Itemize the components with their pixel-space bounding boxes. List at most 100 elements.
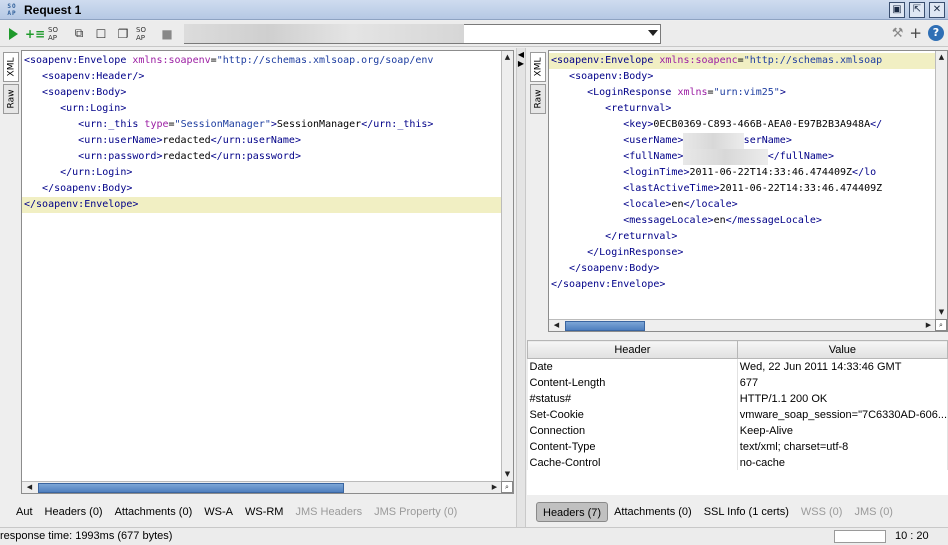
request-vertical-scrollbar[interactable]: ▲ ▼ bbox=[501, 51, 513, 481]
code-line[interactable]: <soapenv:Envelope xmlns:soapenc="http://… bbox=[549, 53, 947, 69]
tab-ws-rm[interactable]: WS-RM bbox=[239, 502, 290, 522]
tab-response-xml[interactable]: XML bbox=[530, 52, 546, 82]
code-line[interactable]: </soapenv:Envelope> bbox=[22, 197, 513, 213]
table-row[interactable]: Content-Length 677 bbox=[527, 374, 948, 391]
code-line[interactable]: <soapenv:Envelope xmlns:soapenv="http://… bbox=[22, 53, 513, 69]
header-name-cell[interactable]: Connection bbox=[527, 422, 738, 439]
scroll-down-icon[interactable]: ▼ bbox=[502, 469, 513, 480]
scroll-up-icon[interactable]: ▲ bbox=[936, 52, 947, 63]
tab-response-headers[interactable]: Headers (7) bbox=[536, 502, 609, 522]
add-icon[interactable]: + bbox=[909, 24, 922, 42]
header-value-cell[interactable]: 677 bbox=[737, 374, 948, 391]
submit-request-button[interactable] bbox=[4, 25, 22, 43]
code-line[interactable]: <loginTime>2011-06-22T14:33:46.474409Z</… bbox=[549, 165, 947, 181]
close-icon[interactable]: ✕ bbox=[929, 2, 945, 18]
header-value-cell[interactable]: vmware_soap_session="7C6330AD-606... bbox=[737, 406, 948, 423]
add-assertion-button[interactable]: +≡ bbox=[25, 25, 45, 43]
code-line[interactable]: <locale>en</locale> bbox=[549, 197, 947, 213]
tab-response-attachments[interactable]: Attachments (0) bbox=[608, 502, 698, 522]
code-line[interactable]: <urn:Login> bbox=[22, 101, 513, 117]
tile-icon[interactable]: ☐ bbox=[92, 25, 110, 43]
tab-wss[interactable]: WSS (0) bbox=[795, 502, 849, 522]
code-line[interactable]: <soapenv:Header/> bbox=[22, 69, 513, 85]
header-name-cell[interactable]: #status# bbox=[527, 390, 738, 407]
table-row[interactable]: Cache-Control no-cache bbox=[527, 454, 948, 471]
create-empty-request-button[interactable]: SO AP bbox=[48, 25, 66, 43]
tab-auth[interactable]: Aut bbox=[10, 502, 39, 522]
code-line[interactable]: <LoginResponse xmlns="urn:vim25"> bbox=[549, 85, 947, 101]
column-header-value[interactable]: Value bbox=[736, 340, 948, 359]
header-name-cell[interactable]: Content-Length bbox=[527, 374, 738, 391]
float-icon[interactable]: ⇱ bbox=[909, 2, 925, 18]
column-header-header[interactable]: Header bbox=[527, 340, 738, 359]
scroll-up-icon[interactable]: ▲ bbox=[502, 52, 513, 63]
code-line[interactable]: <soapenv:Body> bbox=[22, 85, 513, 101]
copy-icon[interactable]: ❐ bbox=[114, 25, 132, 43]
scroll-left-icon[interactable]: ◀ bbox=[24, 482, 35, 493]
response-vertical-scrollbar[interactable]: ▲ ▼ bbox=[935, 51, 947, 319]
tab-request-xml[interactable]: XML bbox=[3, 52, 19, 82]
table-row[interactable]: Connection Keep-Alive bbox=[527, 422, 948, 439]
code-line[interactable]: </soapenv:Body> bbox=[549, 261, 947, 277]
tab-jms-headers[interactable]: JMS Headers bbox=[289, 502, 368, 522]
zoom-icon[interactable]: ⌕ bbox=[935, 319, 947, 331]
code-line[interactable]: <returnval> bbox=[549, 101, 947, 117]
header-name-cell[interactable]: Date bbox=[527, 358, 738, 375]
code-line[interactable]: <urn:userName>redacted</urn:userName> bbox=[22, 133, 513, 149]
code-line[interactable]: <userName>xxxxxxxxxxserName> bbox=[549, 133, 947, 149]
code-line[interactable]: <messageLocale>en</messageLocale> bbox=[549, 213, 947, 229]
code-line[interactable]: </soapenv:Body> bbox=[22, 181, 513, 197]
wrench-icon[interactable]: ⚒ bbox=[892, 26, 904, 41]
tab-attachments[interactable]: Attachments (0) bbox=[109, 502, 199, 522]
header-name-cell[interactable]: Cache-Control bbox=[527, 454, 738, 471]
scrollbar-thumb[interactable] bbox=[565, 321, 645, 331]
header-name-cell[interactable]: Set-Cookie bbox=[527, 406, 738, 423]
code-line[interactable]: <urn:password>redacted</urn:password> bbox=[22, 149, 513, 165]
request-xml-code[interactable]: <soapenv:Envelope xmlns:soapenv="http://… bbox=[22, 51, 513, 213]
code-line[interactable]: <fullName>xxxxxxxxxxxxxx</fullName> bbox=[549, 149, 947, 165]
tab-response-raw[interactable]: Raw bbox=[530, 84, 546, 114]
recreate-request-button[interactable]: SO AP bbox=[136, 25, 154, 43]
restore-icon[interactable]: ▣ bbox=[889, 2, 905, 18]
response-horizontal-scrollbar[interactable]: ◀ ▶ bbox=[549, 319, 936, 331]
code-line[interactable]: </soapenv:Envelope> bbox=[549, 277, 947, 293]
response-xml-code[interactable]: <soapenv:Envelope xmlns:soapenc="http://… bbox=[549, 51, 947, 293]
tab-request-raw[interactable]: Raw bbox=[3, 84, 19, 114]
response-editor[interactable]: <soapenv:Envelope xmlns:soapenc="http://… bbox=[548, 50, 948, 332]
code-line[interactable]: <urn:_this type="SessionManager">Session… bbox=[22, 117, 513, 133]
help-icon[interactable]: ? bbox=[928, 25, 944, 41]
collapse-left-icon[interactable]: ◀ bbox=[517, 50, 525, 59]
collapse-right-icon[interactable]: ▶ bbox=[517, 59, 525, 68]
header-name-cell[interactable]: Content-Type bbox=[527, 438, 738, 455]
header-value-cell[interactable]: HTTP/1.1 200 OK bbox=[737, 390, 948, 407]
tab-ssl-info[interactable]: SSL Info (1 certs) bbox=[698, 502, 795, 522]
header-value-cell[interactable]: Wed, 22 Jun 2011 14:33:46 GMT bbox=[737, 358, 948, 375]
tab-jms[interactable]: JMS (0) bbox=[848, 502, 899, 522]
request-horizontal-scrollbar[interactable]: ◀ ▶ bbox=[22, 481, 502, 493]
header-value-cell[interactable]: text/xml; charset=utf-8 bbox=[737, 438, 948, 455]
zoom-icon[interactable]: ⌕ bbox=[501, 481, 513, 493]
tab-jms-property[interactable]: JMS Property (0) bbox=[368, 502, 463, 522]
table-row[interactable]: Set-Cookie vmware_soap_session="7C6330AD-… bbox=[527, 406, 948, 423]
scroll-left-icon[interactable]: ◀ bbox=[551, 320, 562, 331]
tab-ws-a[interactable]: WS-A bbox=[198, 502, 239, 522]
header-value-cell[interactable]: no-cache bbox=[737, 454, 948, 471]
header-value-cell[interactable]: Keep-Alive bbox=[737, 422, 948, 439]
scroll-down-icon[interactable]: ▼ bbox=[936, 307, 947, 318]
request-editor[interactable]: <soapenv:Envelope xmlns:soapenv="http://… bbox=[21, 50, 514, 494]
code-line[interactable]: <key>0ECB0369-C893-466B-AEA0-E97B2B3A948… bbox=[549, 117, 947, 133]
scroll-right-icon[interactable]: ▶ bbox=[489, 482, 500, 493]
code-line[interactable]: <soapenv:Body> bbox=[549, 69, 947, 85]
scroll-right-icon[interactable]: ▶ bbox=[923, 320, 934, 331]
code-line[interactable]: </returnval> bbox=[549, 229, 947, 245]
tab-headers[interactable]: Headers (0) bbox=[39, 502, 109, 522]
table-row[interactable]: #status# HTTP/1.1 200 OK bbox=[527, 390, 948, 407]
code-line[interactable]: </urn:Login> bbox=[22, 165, 513, 181]
scrollbar-thumb[interactable] bbox=[38, 483, 344, 493]
clone-request-button[interactable]: ⧉ bbox=[70, 25, 88, 43]
code-line[interactable]: <lastActiveTime>2011-06-22T14:33:46.4744… bbox=[549, 181, 947, 197]
table-row[interactable]: Content-Type text/xml; charset=utf-8 bbox=[527, 438, 948, 455]
code-line[interactable]: </LoginResponse> bbox=[549, 245, 947, 261]
cancel-request-button[interactable]: ■ bbox=[158, 25, 176, 43]
table-row[interactable]: Date Wed, 22 Jun 2011 14:33:46 GMT bbox=[527, 358, 948, 375]
